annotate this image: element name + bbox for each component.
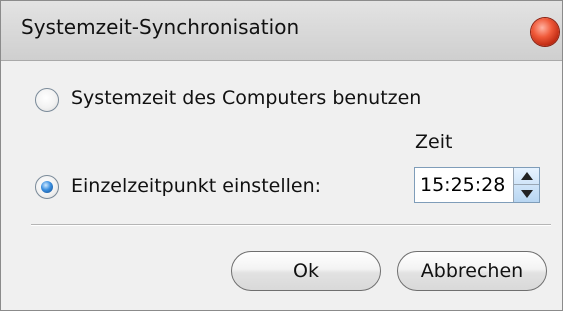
arrow-down-icon [520, 189, 533, 198]
separator [31, 224, 551, 226]
dialog-content: Systemzeit des Computers benutzen Zeit E… [1, 61, 562, 310]
window-title: Systemzeit-Synchronisation [21, 15, 300, 39]
time-input[interactable]: 15:25:28 [414, 167, 540, 203]
time-header: Zeit [415, 131, 453, 153]
time-spinner[interactable] [513, 168, 539, 202]
radio-single-time[interactable] [35, 175, 59, 199]
sync-dialog: Systemzeit-Synchronisation Systemzeit de… [0, 0, 563, 311]
radio-use-computer-time[interactable] [35, 88, 59, 112]
close-icon[interactable] [531, 18, 559, 46]
title-bar: Systemzeit-Synchronisation [1, 1, 562, 61]
time-value[interactable]: 15:25:28 [420, 174, 505, 196]
cancel-button[interactable]: Abbrechen [397, 251, 547, 291]
spin-down-button[interactable] [514, 185, 539, 202]
label-single-time[interactable]: Einzelzeitpunkt einstellen: [71, 175, 321, 197]
spin-up-button[interactable] [514, 168, 539, 185]
ok-button[interactable]: Ok [231, 251, 381, 291]
label-use-computer-time[interactable]: Systemzeit des Computers benutzen [71, 87, 421, 109]
arrow-up-icon [520, 172, 533, 180]
